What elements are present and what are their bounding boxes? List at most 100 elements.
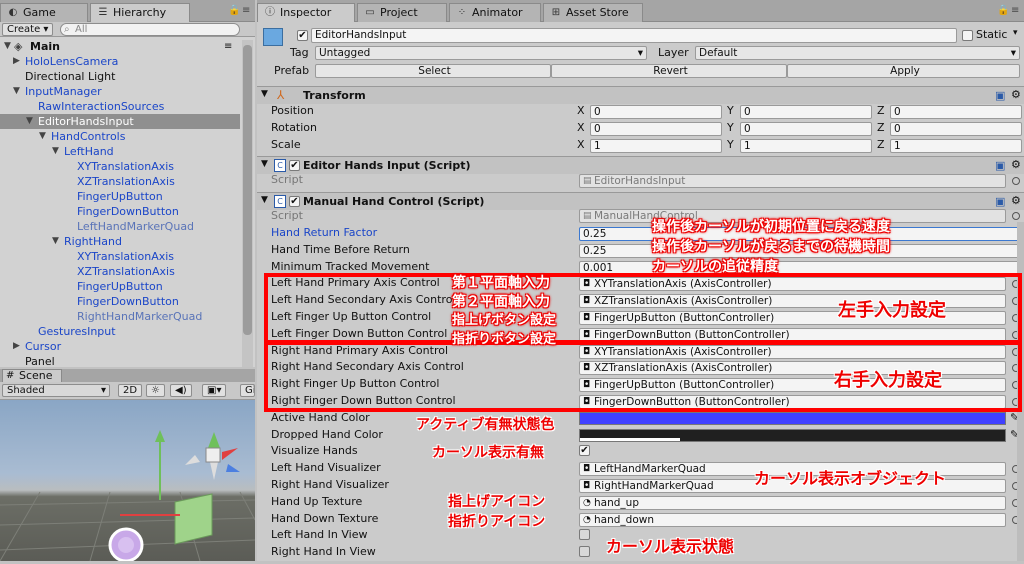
help-icon[interactable]: ▣ <box>995 195 1005 208</box>
hierarchy-item[interactable]: XYTranslationAxis <box>0 159 240 174</box>
hierarchy-item[interactable]: XZTranslationAxis <box>0 174 240 189</box>
dropped-hand-color-swatch[interactable] <box>579 428 1006 442</box>
scrollbar-thumb[interactable] <box>243 45 252 335</box>
static-dropdown-icon[interactable]: ▾ <box>1013 28 1018 38</box>
scale-x-input[interactable]: 1 <box>590 139 722 153</box>
object-name-input[interactable]: EditorHandsInput <box>311 28 957 43</box>
hierarchy-item[interactable]: FingerUpButton <box>0 189 240 204</box>
gear-icon[interactable]: ⚙ <box>1011 194 1021 207</box>
hierarchy-item[interactable]: ▼ RightHand <box>0 234 240 249</box>
tab-scene[interactable]: # Scene <box>2 369 62 382</box>
scale-z-input[interactable]: 1 <box>890 139 1022 153</box>
gizmos-dropdown[interactable]: Gi <box>240 384 255 397</box>
expanded-arrow-icon[interactable]: ▼ <box>4 39 11 54</box>
axis-x-label[interactable]: X <box>577 104 585 118</box>
hierarchy-item[interactable]: LeftHandMarkerQuad <box>0 219 240 234</box>
effects-dropdown[interactable]: ▣▾ <box>202 384 227 397</box>
axis-z-label[interactable]: Z <box>877 138 885 152</box>
axis-z-label[interactable]: Z <box>877 121 885 135</box>
lock-icon[interactable]: 🔒 <box>228 5 240 16</box>
active-checkbox[interactable]: ✔ <box>297 30 308 41</box>
foldout-icon[interactable]: ▼ <box>261 159 268 169</box>
lighting-toggle[interactable]: ☼ <box>146 384 165 397</box>
position-z-input[interactable]: 0 <box>890 105 1022 119</box>
hand-down-texture-field[interactable]: ◔ hand_down <box>579 512 1006 527</box>
tab-animator[interactable]: ⁘ Animator <box>449 3 541 22</box>
scene-gizmo[interactable] <box>185 432 240 480</box>
expanded-arrow-icon[interactable]: ▼ <box>52 234 59 249</box>
collapsed-arrow-icon[interactable]: ▶ <box>13 54 20 69</box>
object-picker-icon[interactable] <box>1012 212 1020 220</box>
expanded-arrow-icon[interactable]: ▼ <box>52 144 59 159</box>
axis-x-label[interactable]: X <box>577 121 585 135</box>
editor-hands-header[interactable]: ▼ C ✔ Editor Hands Input (Script) ▣ ⚙ <box>257 156 1024 174</box>
mode-2d-button[interactable]: 2D <box>118 384 143 397</box>
audio-toggle[interactable]: ◀) <box>170 384 192 397</box>
hierarchy-item[interactable]: ▶ Cursor <box>0 339 240 354</box>
hierarchy-item[interactable]: FingerUpButton <box>0 279 240 294</box>
foldout-icon[interactable]: ▼ <box>261 89 268 99</box>
hierarchy-item[interactable]: ▶ HoloLensCamera <box>0 54 240 69</box>
hierarchy-item[interactable]: XYTranslationAxis <box>0 249 240 264</box>
scene-viewport[interactable] <box>0 400 256 563</box>
panel-menu-icon[interactable]: ≡ <box>1011 5 1019 16</box>
prefab-revert-button[interactable]: Revert <box>551 64 787 78</box>
expanded-arrow-icon[interactable]: ▼ <box>13 84 20 99</box>
hierarchy-item[interactable]: GesturesInput <box>0 324 240 339</box>
rotation-z-input[interactable]: 0 <box>890 122 1022 136</box>
hierarchy-item[interactable]: ▼ HandControls <box>0 129 240 144</box>
position-y-input[interactable]: 0 <box>740 105 872 119</box>
tab-asset-store[interactable]: ⊞ Asset Store <box>543 3 643 22</box>
hierarchy-item[interactable]: FingerDownButton <box>0 204 240 219</box>
panel-menu-icon[interactable]: ≡ <box>242 5 250 16</box>
gear-icon[interactable]: ⚙ <box>1011 88 1021 101</box>
hierarchy-item[interactable]: RawInteractionSources <box>0 99 240 114</box>
position-x-input[interactable]: 0 <box>590 105 722 119</box>
axis-z-label[interactable]: Z <box>877 104 885 118</box>
lock-icon[interactable]: 🔒 <box>997 5 1009 16</box>
editor-hands-enabled-checkbox[interactable]: ✔ <box>289 160 300 171</box>
prefab-select-button[interactable]: Select <box>315 64 551 78</box>
manual-hand-header[interactable]: ▼ C ✔ Manual Hand Control (Script) ▣ ⚙ <box>257 192 1024 210</box>
hand-up-texture-field[interactable]: ◔ hand_up <box>579 495 1006 510</box>
hierarchy-scrollbar[interactable] <box>242 40 253 367</box>
expanded-arrow-icon[interactable]: ▼ <box>26 114 33 129</box>
prefab-apply-button[interactable]: Apply <box>787 64 1020 78</box>
hierarchy-item[interactable]: ▼ InputManager <box>0 84 240 99</box>
hierarchy-search[interactable]: ⌕ All <box>60 23 240 36</box>
visualize-hands-checkbox[interactable]: ✔ <box>579 445 590 457</box>
foldout-icon[interactable]: ▼ <box>261 195 268 205</box>
collapsed-arrow-icon[interactable]: ▶ <box>13 339 20 354</box>
scale-y-input[interactable]: 1 <box>740 139 872 153</box>
left-hand-in-view-checkbox[interactable] <box>579 529 590 541</box>
axis-y-label[interactable]: Y <box>727 138 734 152</box>
scene-menu-icon[interactable]: ≡ <box>224 39 232 54</box>
create-button[interactable]: Create ▾ <box>2 23 54 36</box>
hierarchy-item[interactable]: FingerDownButton <box>0 294 240 309</box>
rotation-x-input[interactable]: 0 <box>590 122 722 136</box>
static-checkbox[interactable] <box>962 30 973 41</box>
hierarchy-item[interactable]: XZTranslationAxis <box>0 264 240 279</box>
hierarchy-item[interactable]: RightHandMarkerQuad <box>0 309 240 324</box>
active-hand-color-swatch[interactable] <box>579 411 1006 425</box>
hierarchy-item[interactable]: ▼ EditorHandsInput <box>0 114 240 129</box>
help-icon[interactable]: ▣ <box>995 159 1005 172</box>
axis-x-label[interactable]: X <box>577 138 585 152</box>
hierarchy-item[interactable]: Panel <box>0 354 240 369</box>
tab-project[interactable]: ▭ Project <box>357 3 447 22</box>
tab-inspector[interactable]: ⓘ Inspector <box>257 3 355 22</box>
right-hand-in-view-checkbox[interactable] <box>579 546 590 558</box>
manual-hand-enabled-checkbox[interactable]: ✔ <box>289 196 300 207</box>
expanded-arrow-icon[interactable]: ▼ <box>39 129 46 144</box>
layer-dropdown[interactable]: Default ▾ <box>695 46 1020 60</box>
axis-y-label[interactable]: Y <box>727 121 734 135</box>
hierarchy-item[interactable]: Directional Light <box>0 69 240 84</box>
gear-icon[interactable]: ⚙ <box>1011 158 1021 171</box>
tab-hierarchy[interactable]: ☰ Hierarchy <box>90 3 190 22</box>
object-picker-icon[interactable] <box>1012 177 1020 185</box>
shading-dropdown[interactable]: Shaded ▾ <box>2 384 110 397</box>
tag-dropdown[interactable]: Untagged ▾ <box>315 46 647 60</box>
hierarchy-item[interactable]: ▼ LeftHand <box>0 144 240 159</box>
transform-header[interactable]: ▼ ⅄ Transform ▣ ⚙ <box>257 86 1024 104</box>
help-icon[interactable]: ▣ <box>995 89 1005 102</box>
